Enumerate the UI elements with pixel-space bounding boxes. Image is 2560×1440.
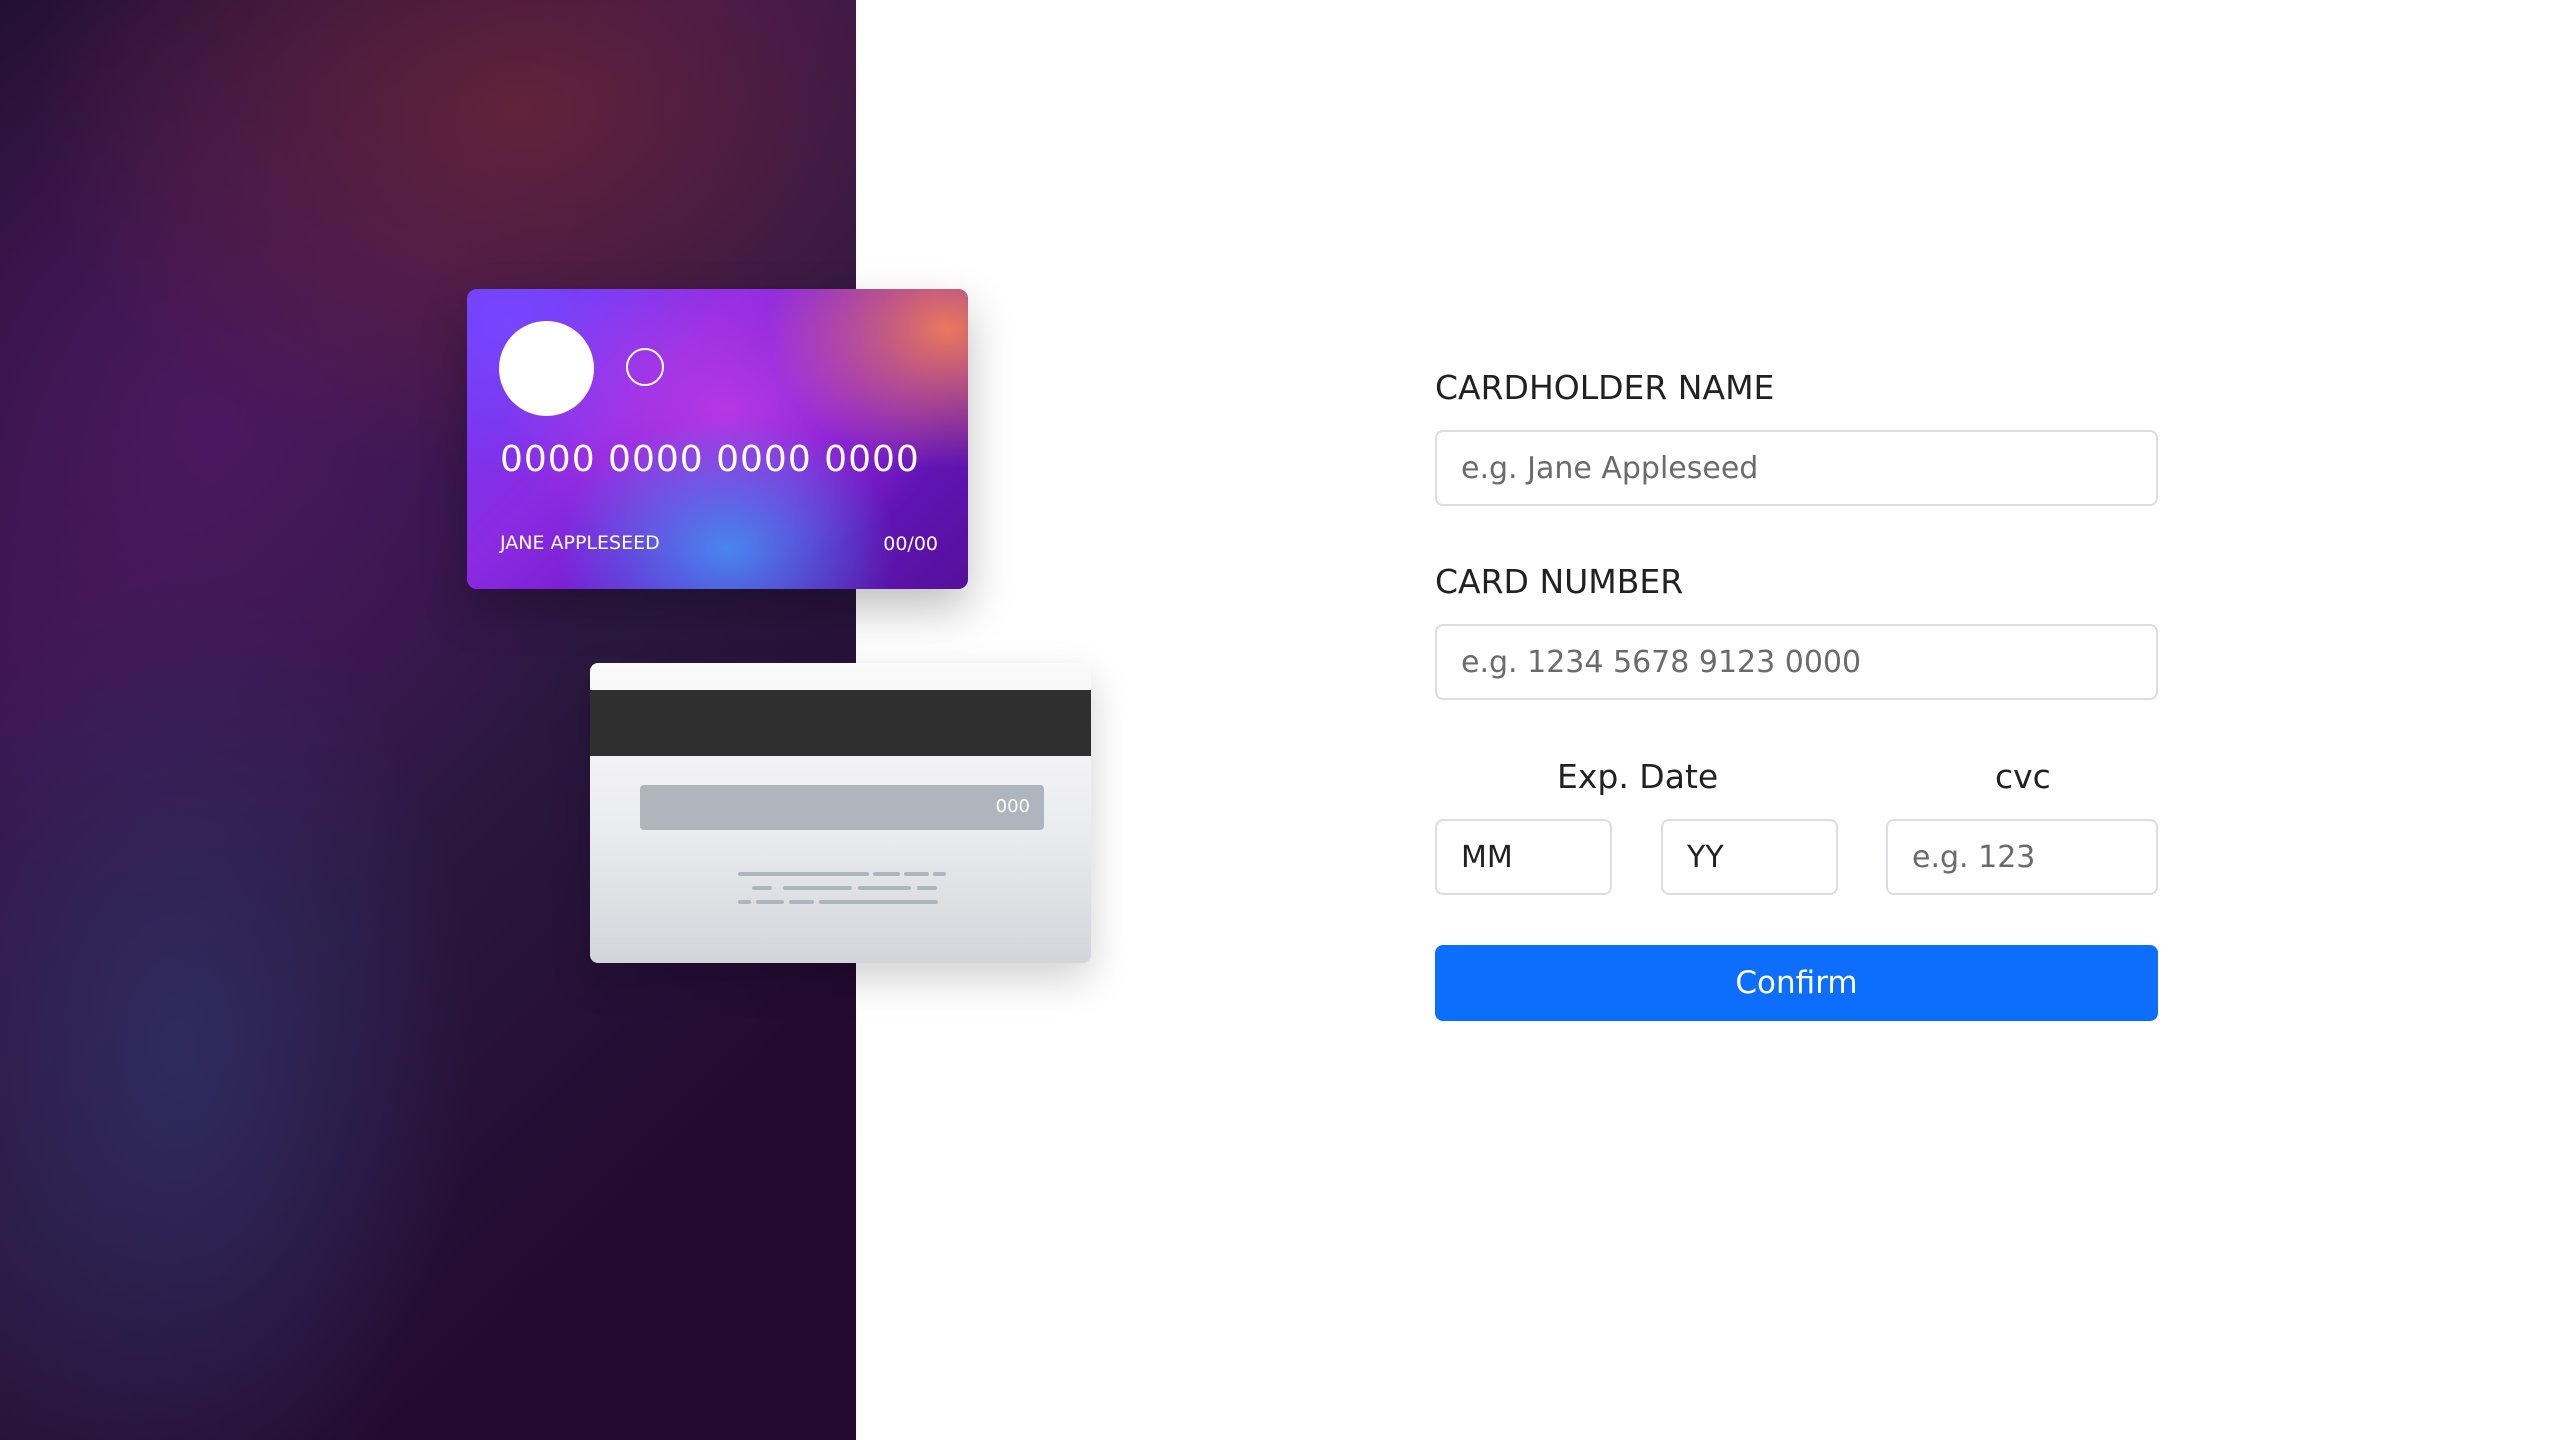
card-logo-circle-outline	[626, 348, 664, 386]
card-back-line	[873, 872, 900, 876]
card-back-line	[904, 872, 929, 876]
card-back-line	[858, 886, 911, 890]
card-number-label: CARD NUMBER	[1435, 562, 1684, 601]
cvc-label: cvc	[1995, 757, 2051, 796]
card-back-line	[789, 900, 814, 904]
cvc-input[interactable]	[1886, 819, 2158, 895]
confirm-button[interactable]: Confirm	[1435, 945, 2158, 1021]
card-back-line	[738, 872, 869, 876]
exp-year-input[interactable]	[1661, 819, 1838, 895]
card-cvc-display: 000	[995, 796, 1030, 817]
card-back-line	[783, 886, 852, 890]
card-back-line	[819, 900, 938, 904]
card-holder-display: JANE APPLESEED	[500, 532, 660, 554]
exp-date-label: Exp. Date	[1557, 757, 1719, 796]
card-back: 000	[590, 663, 1091, 963]
card-back-line	[752, 886, 772, 890]
magnetic-stripe	[590, 690, 1091, 756]
card-expiry-display: 00/00	[883, 533, 938, 555]
card-back-line	[756, 900, 784, 904]
card-front: 0000 0000 0000 0000 JANE APPLESEED 00/00	[467, 289, 968, 589]
cardholder-name-label: CARDHOLDER NAME	[1435, 368, 1775, 407]
card-back-line	[917, 886, 937, 890]
exp-month-input[interactable]	[1435, 819, 1612, 895]
card-back-line	[738, 900, 751, 904]
card-number-input[interactable]	[1435, 624, 2158, 700]
card-back-line	[933, 872, 946, 876]
signature-strip: 000	[640, 785, 1044, 830]
card-logo-circle-filled	[499, 321, 594, 416]
card-number-display: 0000 0000 0000 0000	[500, 439, 920, 480]
cardholder-name-input[interactable]	[1435, 430, 2158, 506]
page: 0000 0000 0000 0000 JANE APPLESEED 00/00…	[0, 0, 2560, 1440]
